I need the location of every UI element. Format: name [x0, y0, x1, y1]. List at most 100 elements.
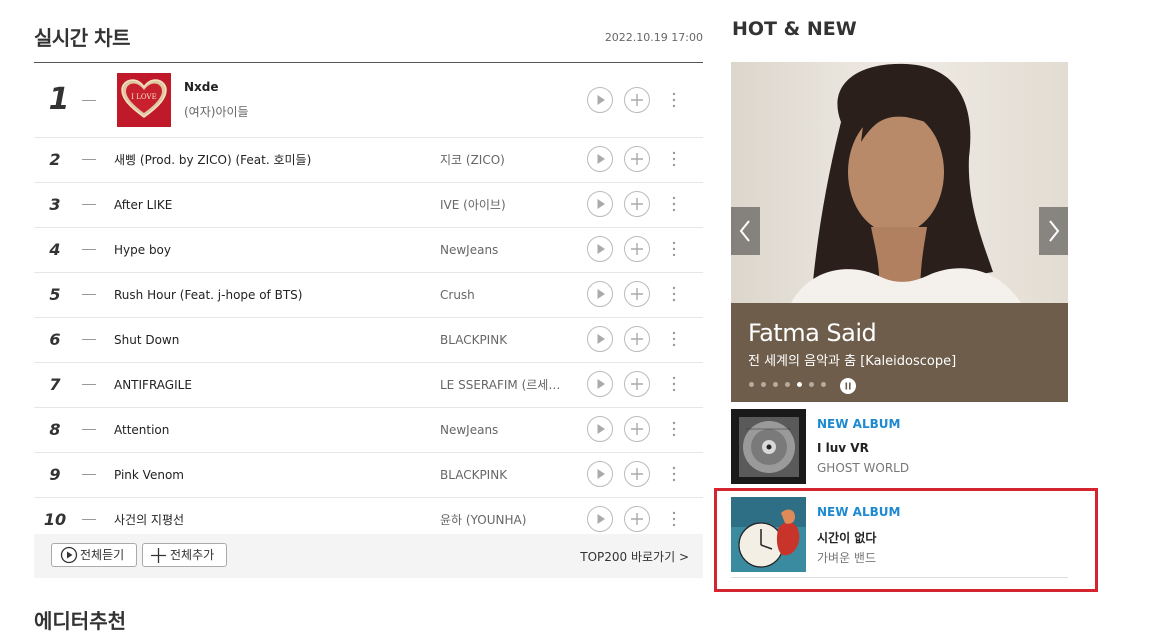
- pause-icon: [845, 382, 851, 390]
- kebab-icon: [672, 92, 676, 108]
- more-menu-button[interactable]: [669, 418, 679, 442]
- more-menu-button[interactable]: [669, 238, 679, 262]
- rank-number: 7: [49, 375, 61, 394]
- artist-name[interactable]: (여자)아이들: [184, 103, 249, 120]
- artist-name[interactable]: BLACKPINK: [440, 453, 570, 497]
- song-title[interactable]: Hype boy: [114, 228, 171, 272]
- banner-dot[interactable]: [785, 382, 790, 387]
- rank-number: 2: [49, 150, 61, 169]
- artist-name[interactable]: LE SSERAFIM (르세…: [440, 363, 570, 407]
- add-button[interactable]: [624, 461, 650, 487]
- rank-number: 9: [49, 465, 61, 484]
- more-menu-button[interactable]: [669, 508, 679, 532]
- editor-pick-title: 에디터추천: [34, 609, 126, 633]
- album-artist[interactable]: GHOST WORLD: [817, 461, 909, 475]
- song-title[interactable]: Attention: [114, 408, 169, 452]
- add-button[interactable]: [624, 146, 650, 172]
- album-cover-i-luv-vr[interactable]: [731, 409, 806, 484]
- play-button[interactable]: [587, 461, 613, 487]
- add-button[interactable]: [624, 281, 650, 307]
- add-button[interactable]: [624, 236, 650, 262]
- banner-dot-active[interactable]: [797, 382, 802, 387]
- more-menu-button[interactable]: [669, 193, 679, 217]
- rank-no-change-icon: [82, 204, 96, 205]
- rank-number: 5: [49, 285, 61, 304]
- banner-pause-button[interactable]: [840, 378, 856, 394]
- kebab-icon: [672, 511, 676, 527]
- banner-next-button[interactable]: [1039, 207, 1068, 255]
- play-icon: [597, 199, 605, 209]
- song-title[interactable]: Rush Hour (Feat. j-hope of BTS): [114, 273, 302, 317]
- song-title[interactable]: ANTIFRAGILE: [114, 363, 192, 407]
- banner-dot[interactable]: [761, 382, 766, 387]
- play-icon: [597, 289, 605, 299]
- artist-name[interactable]: IVE (아이브): [440, 183, 570, 227]
- banner-prev-button[interactable]: [731, 207, 760, 255]
- add-button[interactable]: [624, 326, 650, 352]
- add-button[interactable]: [624, 506, 650, 532]
- more-menu-button[interactable]: [669, 373, 679, 397]
- play-button[interactable]: [587, 87, 613, 113]
- plus-icon: [631, 153, 643, 165]
- album-title[interactable]: I luv VR: [817, 441, 869, 455]
- artist-name[interactable]: NewJeans: [440, 408, 570, 452]
- plus-icon: [631, 468, 643, 480]
- play-button[interactable]: [587, 236, 613, 262]
- more-menu-button[interactable]: [669, 283, 679, 307]
- add-all-button[interactable]: 전체추가: [142, 543, 227, 567]
- add-button[interactable]: [624, 416, 650, 442]
- song-title[interactable]: 새삥 (Prod. by ZICO) (Feat. 호미들): [114, 138, 311, 182]
- banner-dot[interactable]: [773, 382, 778, 387]
- more-menu-button[interactable]: [669, 148, 679, 172]
- play-button[interactable]: [587, 371, 613, 397]
- more-menu-button[interactable]: [669, 463, 679, 487]
- play-button[interactable]: [587, 191, 613, 217]
- plus-icon: [631, 513, 643, 525]
- banner-dot[interactable]: [821, 382, 826, 387]
- chart-row-9: 9 Pink Venom BLACKPINK: [34, 453, 703, 498]
- album-cover-nxde[interactable]: I LOVE: [117, 73, 171, 127]
- add-button[interactable]: [624, 87, 650, 113]
- rank-no-change-icon: [82, 249, 96, 250]
- more-menu-button[interactable]: [669, 328, 679, 352]
- chart-row-5: 5 Rush Hour (Feat. j-hope of BTS) Crush: [34, 273, 703, 318]
- add-button[interactable]: [624, 191, 650, 217]
- banner-dot[interactable]: [749, 382, 754, 387]
- plus-icon: [631, 423, 643, 435]
- song-title[interactable]: Pink Venom: [114, 453, 184, 497]
- artist-photo: [731, 62, 1068, 303]
- play-all-button[interactable]: 전체듣기: [51, 543, 137, 567]
- artist-name[interactable]: NewJeans: [440, 228, 570, 272]
- banner-dot[interactable]: [809, 382, 814, 387]
- play-button[interactable]: [587, 506, 613, 532]
- hot-new-banner[interactable]: Fatma Said 전 세계의 음악과 춤 [Kaleidoscope]: [731, 62, 1068, 402]
- rank-number: 6: [49, 330, 61, 349]
- kebab-icon: [672, 196, 676, 212]
- cd-icon: [731, 409, 806, 484]
- song-title[interactable]: Nxde: [184, 80, 219, 94]
- chevron-left-icon: [739, 220, 750, 242]
- rank-no-change-icon: [82, 100, 96, 101]
- chart-date: 2022.10.19 17:00: [604, 31, 703, 44]
- top200-link[interactable]: TOP200 바로가기 >: [580, 548, 689, 565]
- new-album-item[interactable]: NEW ALBUM I luv VR GHOST WORLD: [731, 409, 1068, 485]
- play-button[interactable]: [587, 326, 613, 352]
- play-button[interactable]: [587, 146, 613, 172]
- add-button[interactable]: [624, 371, 650, 397]
- artist-name[interactable]: 지코 (ZICO): [440, 138, 570, 182]
- chevron-right-icon: [1049, 220, 1060, 242]
- artist-name[interactable]: BLACKPINK: [440, 318, 570, 362]
- highlight-box: [714, 488, 1098, 592]
- play-button[interactable]: [587, 416, 613, 442]
- plus-icon: [631, 243, 643, 255]
- more-menu-button[interactable]: [669, 89, 679, 113]
- rank-no-change-icon: [82, 519, 96, 520]
- song-title[interactable]: After LIKE: [114, 183, 172, 227]
- song-title[interactable]: Shut Down: [114, 318, 179, 362]
- rank-number: 1: [48, 82, 70, 117]
- play-button[interactable]: [587, 281, 613, 307]
- rank-no-change-icon: [82, 429, 96, 430]
- artist-name[interactable]: Crush: [440, 273, 570, 317]
- chart-row-7: 7 ANTIFRAGILE LE SSERAFIM (르세…: [34, 363, 703, 408]
- chart-row-1: 1 I LOVE Nxde (여자)아이들: [34, 63, 703, 138]
